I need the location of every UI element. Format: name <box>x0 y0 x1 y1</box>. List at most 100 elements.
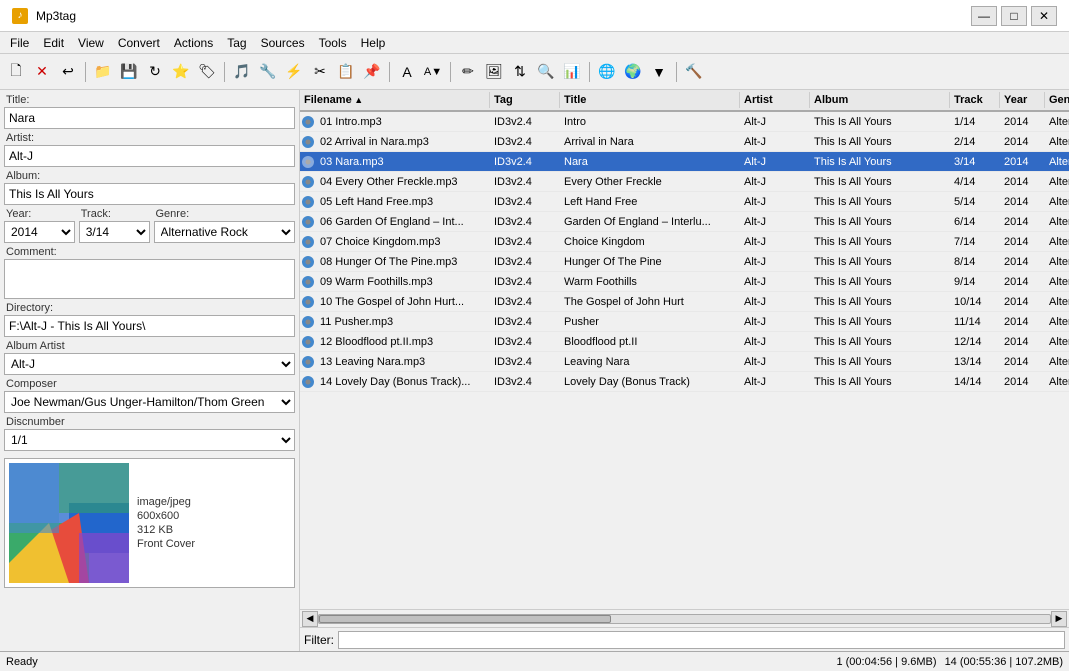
action-button[interactable]: ⚡ <box>282 60 306 84</box>
table-row[interactable]: 01 Intro.mp3ID3v2.4IntroAlt-JThis Is All… <box>300 112 1069 132</box>
title-input[interactable] <box>4 107 295 129</box>
cell-artist: Alt-J <box>740 135 810 149</box>
table-row[interactable]: 06 Garden Of England – Int...ID3v2.4Gard… <box>300 212 1069 232</box>
table-row[interactable]: 10 The Gospel of John Hurt...ID3v2.4The … <box>300 292 1069 312</box>
font2-button[interactable]: A▼ <box>421 60 445 84</box>
cell-filename: 01 Intro.mp3 <box>316 115 490 129</box>
font-button[interactable]: A <box>395 60 419 84</box>
cd-icon <box>300 376 316 388</box>
cell-tag: ID3v2.4 <box>490 275 560 289</box>
hscroll-right-button[interactable]: ▶ <box>1051 611 1067 627</box>
artist-input[interactable] <box>4 145 295 167</box>
title-bar-left: ♪ Mp3tag <box>12 8 76 24</box>
filter-input[interactable] <box>338 631 1065 649</box>
cell-album: This Is All Yours <box>810 215 950 229</box>
table-row[interactable]: 07 Choice Kingdom.mp3ID3v2.4Choice Kingd… <box>300 232 1069 252</box>
close-button[interactable]: ✕ <box>1031 6 1057 26</box>
composer-field-group: Composer Joe Newman/Gus Unger-Hamilton/T… <box>4 378 295 413</box>
undo-button[interactable]: ↩ <box>56 60 80 84</box>
album-artist-field-group: Album Artist Alt-J <box>4 340 295 375</box>
cover-button[interactable]: 🖼 <box>482 60 506 84</box>
tools2-button[interactable]: 🔧 <box>256 60 280 84</box>
filter-btn[interactable]: 🔍 <box>534 60 558 84</box>
directory-input[interactable] <box>4 315 295 337</box>
menu-convert[interactable]: Convert <box>112 34 166 52</box>
reload-button[interactable]: ↻ <box>143 60 167 84</box>
save-button[interactable]: 💾 <box>117 60 141 84</box>
cell-title: Arrival in Nara <box>560 135 740 149</box>
mp3-button[interactable]: 🎵 <box>230 60 254 84</box>
menu-file[interactable]: File <box>4 34 35 52</box>
col-header-title[interactable]: Title <box>560 92 740 108</box>
col-header-artist[interactable]: Artist <box>740 92 810 108</box>
col-header-track[interactable]: Track <box>950 92 1000 108</box>
toolbar: 🗋 ✕ ↩ 📁 💾 ↻ ⭐ 🏷 🎵 🔧 ⚡ ✂ 📋 📌 A A▼ ✏ 🖼 ⇅ 🔍… <box>0 54 1069 90</box>
status-right: 1 (00:04:56 | 9.6MB) 14 (00:55:36 | 107.… <box>836 656 1063 668</box>
comment-input[interactable] <box>4 259 295 299</box>
table-row[interactable]: 11 Pusher.mp3ID3v2.4PusherAlt-JThis Is A… <box>300 312 1069 332</box>
discnumber-select[interactable]: 1/1 <box>4 429 295 451</box>
album-input[interactable] <box>4 183 295 205</box>
col-header-genre[interactable]: Genre <box>1045 92 1069 108</box>
menu-edit[interactable]: Edit <box>37 34 70 52</box>
table-row[interactable]: 04 Every Other Freckle.mp3ID3v2.4Every O… <box>300 172 1069 192</box>
globe1-button[interactable]: 🌐 <box>595 60 619 84</box>
menu-tag[interactable]: Tag <box>221 34 252 52</box>
table-row[interactable]: 05 Left Hand Free.mp3ID3v2.4Left Hand Fr… <box>300 192 1069 212</box>
tag-button[interactable]: 🏷 <box>195 60 219 84</box>
album-artist-select[interactable]: Alt-J <box>4 353 295 375</box>
album-art-image[interactable] <box>9 463 129 583</box>
table-row[interactable]: 03 Nara.mp3ID3v2.4NaraAlt-JThis Is All Y… <box>300 152 1069 172</box>
composer-select[interactable]: Joe Newman/Gus Unger-Hamilton/Thom Green <box>4 391 295 413</box>
table-row[interactable]: 08 Hunger Of The Pine.mp3ID3v2.4Hunger O… <box>300 252 1069 272</box>
col-header-tag[interactable]: Tag <box>490 92 560 108</box>
col-header-year[interactable]: Year <box>1000 92 1045 108</box>
sort-button[interactable]: ⇅ <box>508 60 532 84</box>
maximize-button[interactable]: □ <box>1001 6 1027 26</box>
cell-genre: Alternative Rock <box>1045 115 1069 129</box>
wrench-button[interactable]: 🔨 <box>682 60 706 84</box>
stats-button[interactable]: 📊 <box>560 60 584 84</box>
table-row[interactable]: 09 Warm Foothills.mp3ID3v2.4Warm Foothil… <box>300 272 1069 292</box>
cell-tag: ID3v2.4 <box>490 215 560 229</box>
cd-icon <box>300 276 316 288</box>
hscroll-thumb[interactable] <box>319 615 611 623</box>
table-row[interactable]: 13 Leaving Nara.mp3ID3v2.4Leaving NaraAl… <box>300 352 1069 372</box>
open-folder-button[interactable]: 📁 <box>91 60 115 84</box>
minimize-button[interactable]: — <box>971 6 997 26</box>
cut-button[interactable]: ✂ <box>308 60 332 84</box>
col-header-filename[interactable]: Filename <box>300 92 490 108</box>
cell-filename: 08 Hunger Of The Pine.mp3 <box>316 255 490 269</box>
copy-button[interactable]: 📋 <box>334 60 358 84</box>
cell-genre: Alternative Rock <box>1045 195 1069 209</box>
globe2-button[interactable]: 🌍 <box>621 60 645 84</box>
cell-tag: ID3v2.4 <box>490 255 560 269</box>
cell-track: 7/14 <box>950 235 1000 249</box>
table-row[interactable]: 14 Lovely Day (Bonus Track)...ID3v2.4Lov… <box>300 372 1069 392</box>
bookmark-button[interactable]: ⭐ <box>169 60 193 84</box>
year-select[interactable]: 2014 <box>4 221 75 243</box>
paste-button[interactable]: 📌 <box>360 60 384 84</box>
filter-label: Filter: <box>304 633 334 647</box>
new-button[interactable]: 🗋 <box>4 60 28 84</box>
menu-tools[interactable]: Tools <box>313 34 353 52</box>
menu-help[interactable]: Help <box>355 34 392 52</box>
discnumber-label: Discnumber <box>4 416 295 428</box>
edit-tag-button[interactable]: ✏ <box>456 60 480 84</box>
col-header-album[interactable]: Album <box>810 92 950 108</box>
menu-actions[interactable]: Actions <box>168 34 219 52</box>
table-row[interactable]: 02 Arrival in Nara.mp3ID3v2.4Arrival in … <box>300 132 1069 152</box>
menu-sources[interactable]: Sources <box>255 34 311 52</box>
menu-view[interactable]: View <box>72 34 110 52</box>
comment-label: Comment: <box>4 246 295 258</box>
hscroll-left-button[interactable]: ◀ <box>302 611 318 627</box>
genre-select[interactable]: Alternative Rock <box>154 221 296 243</box>
globe2-dropdown[interactable]: ▼ <box>647 60 671 84</box>
track-select[interactable]: 3/14 <box>79 221 150 243</box>
cell-track: 14/14 <box>950 375 1000 389</box>
cell-track: 3/14 <box>950 155 1000 169</box>
directory-field-group: Directory: <box>4 302 295 337</box>
table-row[interactable]: 12 Bloodflood pt.II.mp3ID3v2.4Bloodflood… <box>300 332 1069 352</box>
delete-button[interactable]: ✕ <box>30 60 54 84</box>
cell-album: This Is All Yours <box>810 275 950 289</box>
